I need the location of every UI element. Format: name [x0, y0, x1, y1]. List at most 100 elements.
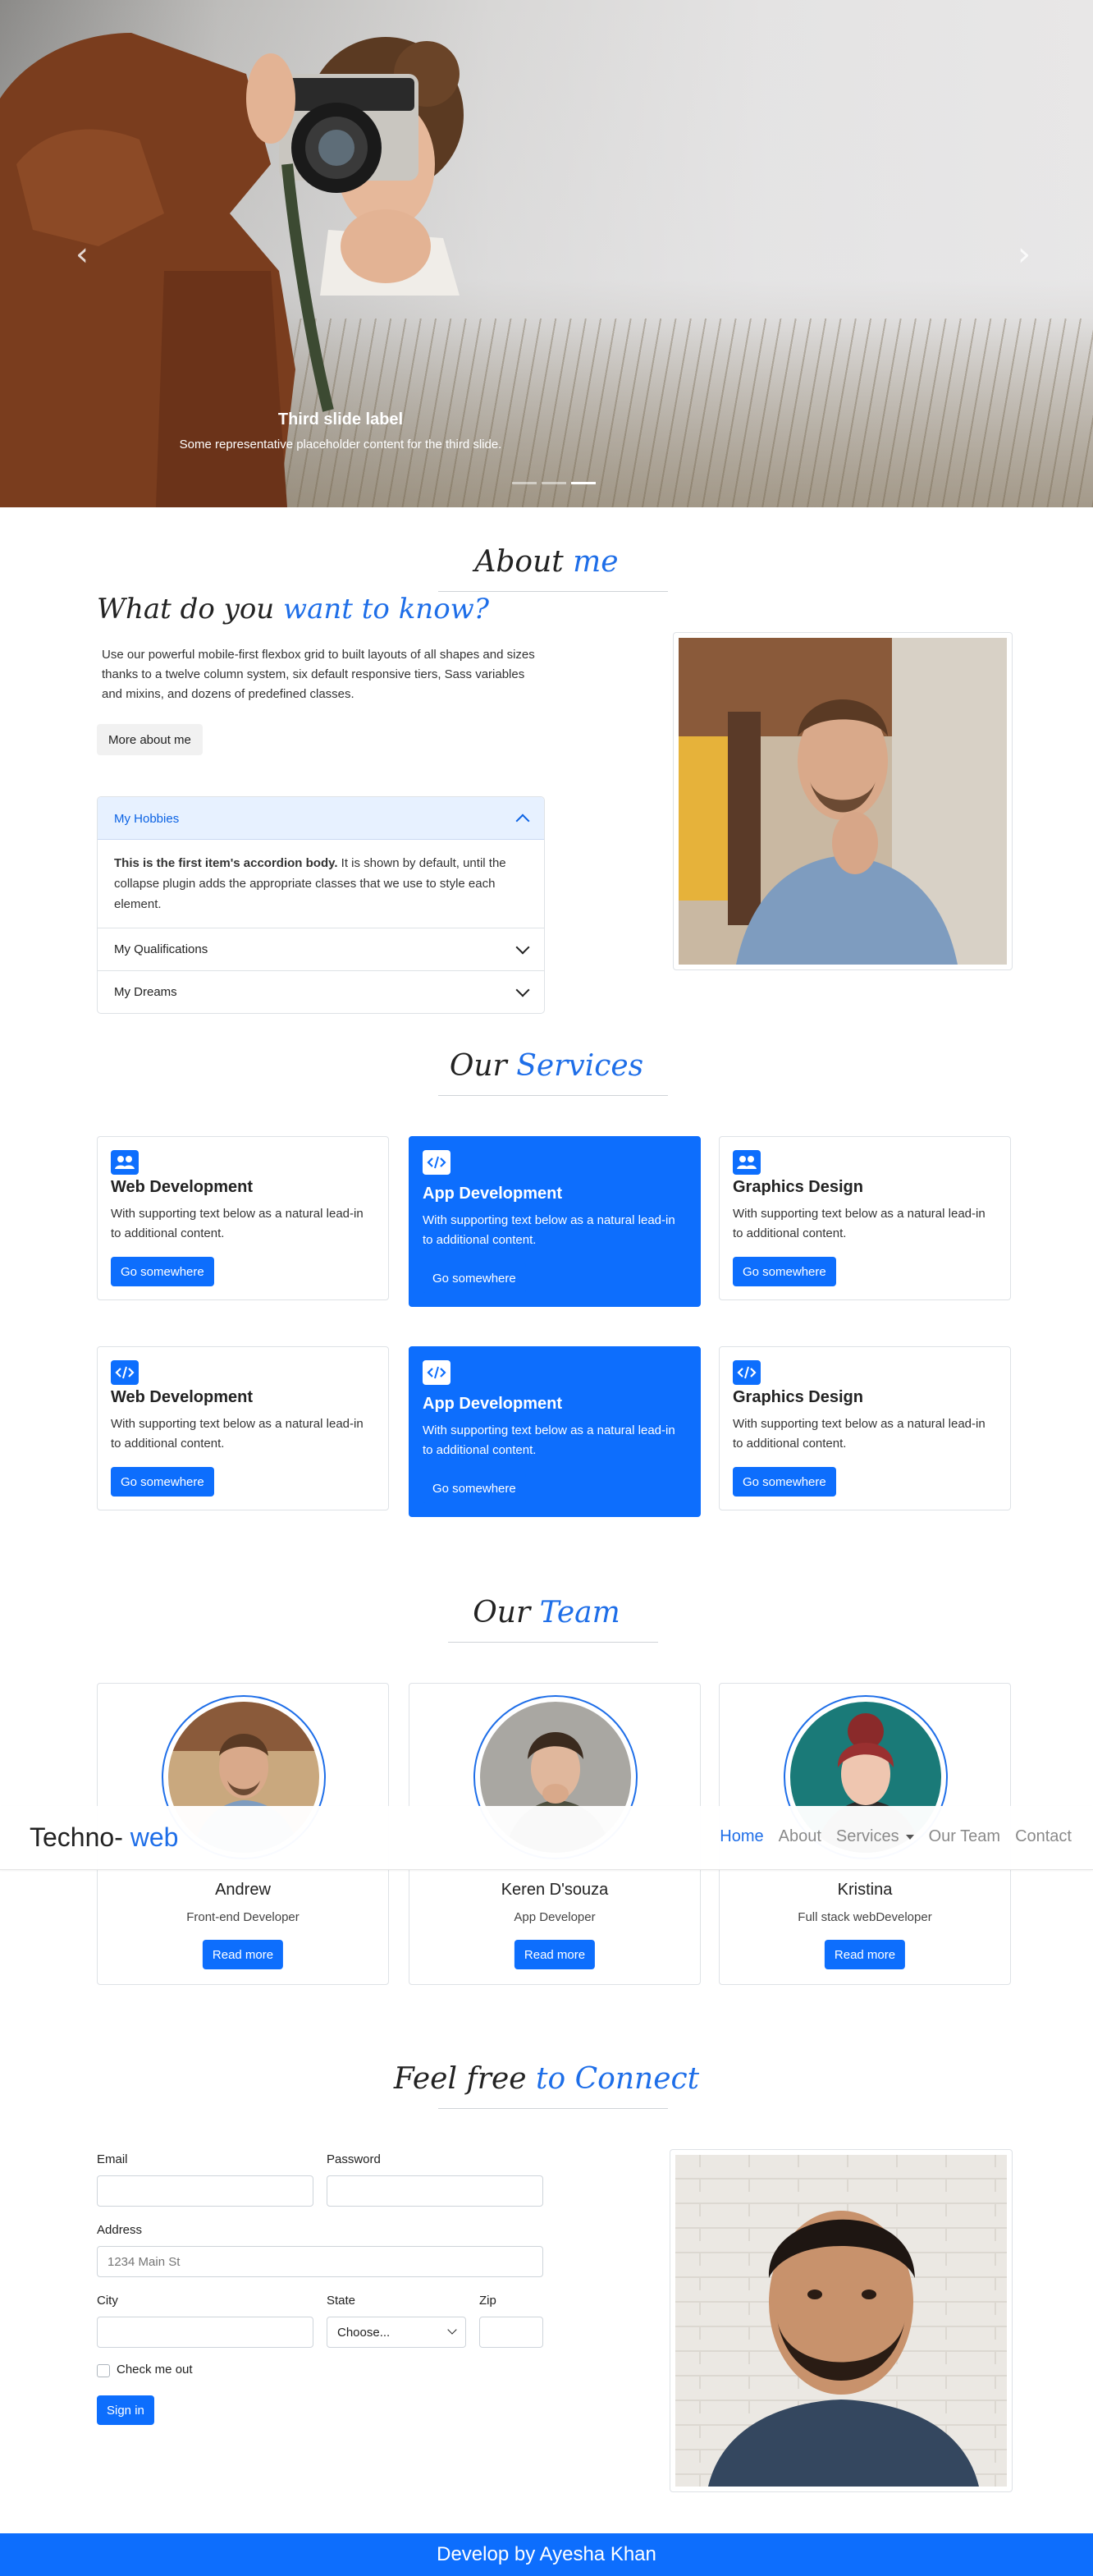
sign-in-button[interactable]: Sign in: [97, 2395, 154, 2425]
go-somewhere-button[interactable]: Go somewhere: [111, 1257, 214, 1286]
chevron-down-icon: [447, 2325, 457, 2335]
services-title-underline: [438, 1095, 668, 1096]
indicator-2[interactable]: [542, 482, 566, 484]
contact-title-plain: Feel free: [393, 2062, 537, 2096]
contact-title-underline: [438, 2108, 668, 2109]
service-card-title: Graphics Design: [733, 1388, 863, 1406]
about-title-underline: [438, 591, 668, 592]
indicator-3[interactable]: [571, 482, 596, 484]
zip-field[interactable]: [479, 2317, 543, 2348]
city-label: City: [97, 2294, 118, 2308]
check-me-out-label: Check me out: [117, 2363, 193, 2377]
go-somewhere-button[interactable]: Go somewhere: [423, 1474, 526, 1503]
code-icon: [111, 1360, 139, 1385]
accordion-hobbies-label: My Hobbies: [114, 811, 180, 826]
services-title-highlight: Services: [516, 1049, 644, 1083]
team-title-plain: Our: [473, 1596, 540, 1629]
service-card-title: Graphics Design: [733, 1178, 863, 1196]
service-card-title: Web Development: [111, 1388, 253, 1406]
navbar: Techno- web Home About Services Our Team…: [0, 1806, 1093, 1870]
service-card-text: With supporting text below as a natural …: [111, 1207, 364, 1240]
services-title-plain: Our: [449, 1049, 517, 1083]
service-card-app-dev-2: App Development With supporting text bel…: [409, 1346, 701, 1517]
address-field[interactable]: [97, 2246, 543, 2277]
accordion-hobbies-body: This is the first item's accordion body.…: [98, 840, 544, 928]
brand-highlight: web: [130, 1822, 179, 1852]
contact-title: Feel free to Connect: [0, 2062, 1093, 2096]
more-about-me-button[interactable]: More about me: [97, 724, 203, 755]
service-card-text: With supporting text below as a natural …: [423, 1423, 675, 1457]
service-card-text: With supporting text below as a natural …: [733, 1417, 986, 1451]
go-somewhere-button[interactable]: Go somewhere: [733, 1257, 836, 1286]
state-select-value: Choose...: [337, 2325, 391, 2340]
go-somewhere-button[interactable]: Go somewhere: [733, 1467, 836, 1497]
read-more-button[interactable]: Read more: [202, 1940, 284, 1969]
accordion-body-bold: This is the first item's accordion body.: [114, 856, 338, 870]
read-more-button[interactable]: Read more: [514, 1940, 596, 1969]
team-member-role: App Developer: [514, 1910, 596, 1924]
password-label: Password: [327, 2152, 381, 2166]
team-member-role: Front-end Developer: [186, 1910, 300, 1924]
accordion-item-dreams[interactable]: My Dreams: [98, 970, 544, 1013]
code-icon: [423, 1150, 450, 1175]
indicator-1[interactable]: [512, 482, 537, 484]
service-card-web-dev-1: Web Development With supporting text bel…: [97, 1136, 389, 1300]
caret-down-icon: [905, 1834, 914, 1840]
nav-item-our-team[interactable]: Our Team: [929, 1827, 1000, 1846]
read-more-button[interactable]: Read more: [824, 1940, 906, 1969]
hero-caption-text: Some representative placeholder content …: [179, 438, 502, 451]
team-title-underline: [448, 1642, 658, 1643]
email-label: Email: [97, 2152, 128, 2166]
accordion-item-qualifications[interactable]: My Qualifications: [98, 928, 544, 970]
address-label: Address: [97, 2223, 143, 2237]
team-member-name: Andrew: [215, 1881, 271, 1899]
email-field[interactable]: [97, 2175, 313, 2207]
team-title: Our Team: [0, 1596, 1093, 1629]
password-field[interactable]: [327, 2175, 543, 2207]
nav-item-services[interactable]: Services: [836, 1827, 914, 1846]
carousel-indicators: [512, 482, 596, 484]
state-select[interactable]: Choose...: [327, 2317, 466, 2348]
team-member-role: Full stack webDeveloper: [798, 1910, 932, 1924]
chevron-right-icon[interactable]: ›: [999, 230, 1049, 279]
service-card-text: With supporting text below as a natural …: [423, 1213, 675, 1247]
service-card-title: App Development: [423, 1185, 563, 1203]
nav-menu: Home About Services Our Team Contact: [720, 1827, 1072, 1846]
about-heading: What do you want to know?: [97, 593, 489, 626]
check-me-out-checkbox[interactable]: [97, 2364, 110, 2377]
nav-item-about[interactable]: About: [779, 1827, 821, 1846]
chevron-down-icon: [515, 983, 530, 997]
nav-services-label: Services: [835, 1827, 899, 1845]
service-card-text: With supporting text below as a natural …: [111, 1417, 364, 1451]
city-field[interactable]: [97, 2317, 313, 2348]
service-card-graphics-1: Graphics Design With supporting text bel…: [719, 1136, 1011, 1300]
nav-item-contact[interactable]: Contact: [1015, 1827, 1072, 1846]
hero-carousel: ‹ › Third slide label Some representativ…: [0, 0, 1093, 507]
nav-item-home[interactable]: Home: [720, 1827, 763, 1846]
code-icon: [733, 1360, 761, 1385]
service-card-app-dev-1: App Development With supporting text bel…: [409, 1136, 701, 1307]
team-title-highlight: Team: [539, 1596, 620, 1629]
service-card-text: With supporting text below as a natural …: [733, 1207, 986, 1240]
about-title-highlight: me: [573, 545, 619, 579]
about-title-plain: About: [474, 545, 574, 579]
contact-photo-man: [675, 2155, 1007, 2487]
chevron-down-icon: [515, 940, 530, 954]
go-somewhere-button[interactable]: Go somewhere: [423, 1263, 526, 1293]
contact-title-highlight: to Connect: [536, 2062, 700, 2096]
footer: Develop by Ayesha Khan: [0, 2533, 1093, 2576]
service-card-graphics-2: Graphics Design With supporting text bel…: [719, 1346, 1011, 1510]
chevron-left-icon[interactable]: ‹: [57, 230, 107, 279]
about-photo: [673, 632, 1013, 970]
hero-caption: Third slide label Some representative pl…: [0, 410, 681, 451]
contact-photo: [670, 2149, 1013, 2492]
accordion-qualifications-label: My Qualifications: [114, 942, 208, 956]
about-accordion: My Hobbies This is the first item's acco…: [97, 796, 545, 1014]
go-somewhere-button[interactable]: Go somewhere: [111, 1467, 214, 1497]
state-label: State: [327, 2294, 356, 2308]
about-text: Use our powerful mobile-first flexbox gr…: [102, 648, 535, 701]
code-icon: [423, 1360, 450, 1385]
brand-logo[interactable]: Techno- web: [30, 1822, 178, 1853]
services-title: Our Services: [0, 1049, 1093, 1083]
accordion-item-hobbies[interactable]: My Hobbies: [98, 797, 544, 840]
